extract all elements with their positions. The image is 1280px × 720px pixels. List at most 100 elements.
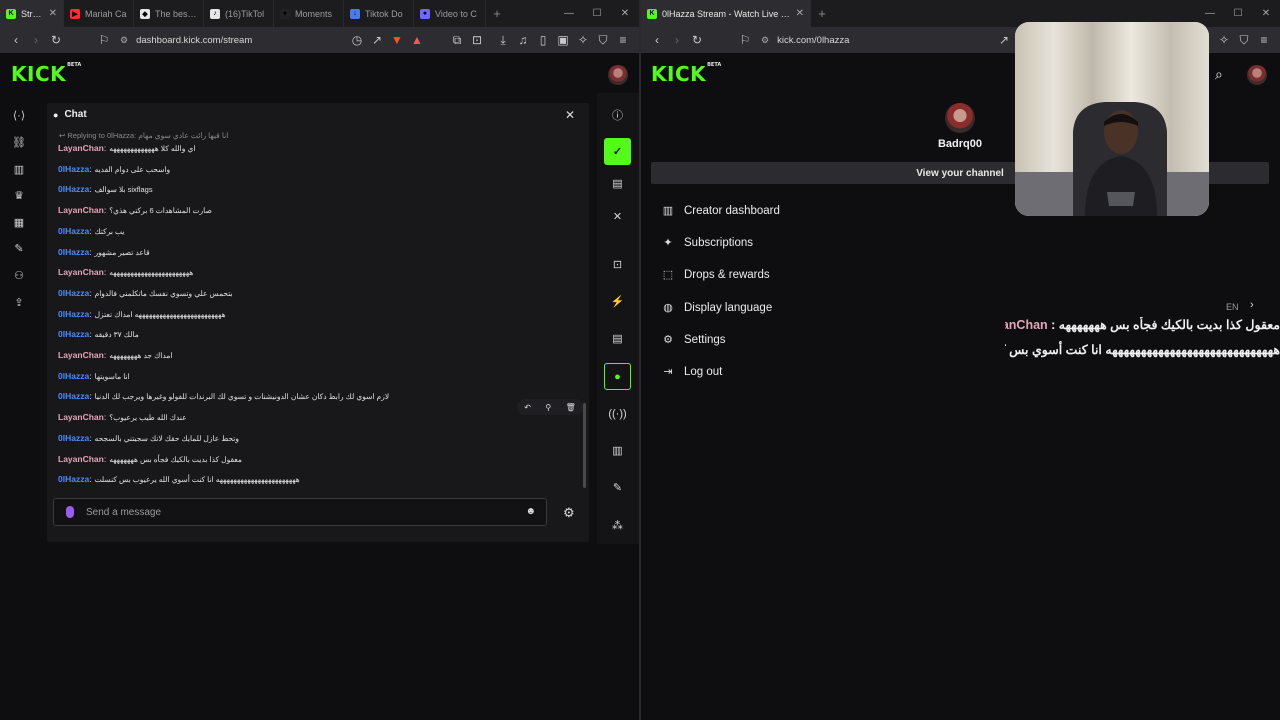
reload-icon[interactable]: ↻ [46, 30, 66, 50]
chat-username[interactable]: 0lHazza [58, 433, 89, 443]
browser-tab[interactable]: ♪ (16)TikTol [204, 0, 274, 27]
share-icon[interactable]: ↗ [994, 30, 1014, 50]
delete-icon[interactable]: 🗑 [566, 403, 576, 412]
chat-message[interactable]: 0lHazza: لازم اسوي لك رابط دكان عشان الدو… [58, 391, 389, 401]
chat-username[interactable]: LayanChan [58, 350, 104, 360]
forward-icon[interactable]: › [667, 30, 687, 50]
new-tab-icon[interactable]: + [811, 6, 833, 21]
browser-tab[interactable]: K Stream ✕ [0, 0, 64, 27]
chat-message[interactable]: 0lHazza: هههههههههههههههههههههههه انا كنت… [58, 474, 300, 484]
trophy-icon[interactable]: ♛ [9, 185, 29, 205]
close-icon[interactable]: ✕ [611, 0, 639, 27]
menu-icon[interactable]: ≡ [1254, 30, 1274, 50]
chat-username[interactable]: 0lHazza [58, 371, 89, 381]
history-icon[interactable]: ◷ [347, 30, 367, 50]
maximize-icon[interactable]: ☐ [1224, 0, 1252, 27]
extensions-icon[interactable]: ⧉ [447, 30, 467, 50]
upload-icon[interactable]: ⇪ [9, 292, 29, 312]
browser-tab[interactable]: ▶ Mariah Ca [64, 0, 134, 27]
site-info-icon[interactable]: ⚙ [761, 35, 769, 46]
close-icon[interactable]: ✕ [796, 8, 804, 19]
chat-message[interactable]: LayanChan: هههههههههههههههههههههههه [58, 267, 193, 277]
menu-item[interactable]: ◍ Display language [661, 301, 772, 315]
chat-scrollbar[interactable] [583, 403, 586, 488]
close-panel-icon[interactable]: ✕ [604, 203, 631, 230]
info-icon[interactable]: ⓘ [604, 101, 631, 128]
site-info-icon[interactable]: ⚙ [120, 35, 128, 46]
search-icon[interactable]: ⌕ [1215, 66, 1223, 83]
menu-item[interactable]: ⇥ Log out [661, 365, 722, 379]
avatar[interactable] [1247, 65, 1267, 85]
vod-icon[interactable]: ▦ [9, 212, 29, 232]
avatar[interactable] [608, 65, 628, 85]
minimize-icon[interactable]: — [555, 0, 583, 27]
chat-username[interactable]: 0lHazza [58, 288, 89, 298]
address-bar[interactable]: ⚙ dashboard.kick.com/stream [120, 30, 341, 50]
chat-username[interactable]: LayanChan [58, 412, 104, 422]
chat-settings-icon[interactable]: ⚙ [563, 505, 575, 521]
pin-icon[interactable]: ⚲ [545, 403, 551, 412]
mic-icon[interactable] [66, 506, 74, 518]
wrench-icon[interactable]: ✎ [604, 474, 631, 501]
sidebar-icon[interactable]: ▯ [533, 30, 553, 50]
chat-username[interactable]: 0lHazza [58, 329, 89, 339]
chat-message[interactable]: LayanChan: معقول كذا بديت بالكيك فجأه بس … [58, 454, 242, 464]
tab-channel[interactable]: K 0lHazza Stream - Watch Live on K ✕ [641, 0, 811, 27]
chat-message[interactable]: LayanChan: عندك الله طيب يرعيوب؟ [58, 412, 187, 422]
chat-username[interactable]: LayanChan [58, 267, 104, 277]
chat-username[interactable]: 0lHazza [58, 164, 89, 174]
music-icon[interactable]: ♫ [513, 30, 533, 50]
tools-icon[interactable]: ✎ [9, 238, 29, 258]
chat-username[interactable]: LayanChan [58, 205, 104, 215]
kick-logo[interactable]: KICKBETA [651, 62, 721, 86]
vpn-icon[interactable]: ⛉ [1234, 30, 1254, 50]
chat-username[interactable]: 0lHazza [58, 309, 89, 319]
chat-username[interactable]: 0lHazza [58, 474, 89, 484]
back-icon[interactable]: ‹ [647, 30, 667, 50]
rewards-icon[interactable]: ▲ [407, 30, 427, 50]
ai-icon[interactable]: ✧ [1214, 30, 1234, 50]
notes-icon[interactable]: ▤ [604, 325, 631, 352]
back-icon[interactable]: ‹ [6, 30, 26, 50]
address-bar[interactable]: ⚙ kick.com/0lhazza [761, 30, 988, 50]
check-icon[interactable]: ✓ [604, 138, 631, 165]
layout-icon[interactable]: ▤ [604, 170, 631, 197]
broadcast-icon[interactable]: ((·)) [604, 400, 631, 427]
share-icon[interactable]: ⁂ [604, 512, 631, 539]
vpn-icon[interactable]: ⛉ [593, 30, 613, 50]
chat-username[interactable]: 0lHazza [58, 391, 89, 401]
browser-tab[interactable]: ● Video to C [414, 0, 486, 27]
chat-username[interactable]: 0lHazza [58, 226, 89, 236]
close-icon[interactable]: ✕ [49, 8, 57, 19]
chat-message[interactable]: 0lHazza: انا ماسويتها [58, 371, 130, 381]
emoji-icon[interactable]: ☻ [525, 506, 536, 517]
fullscreen-icon[interactable]: ⊡ [604, 251, 631, 278]
reload-icon[interactable]: ↻ [687, 30, 707, 50]
chat-message[interactable]: 0lHazza: واسحب على دوام الفديه [58, 164, 170, 174]
menu-item[interactable]: ▥ Creator dashboard [661, 204, 780, 218]
close-icon[interactable]: ✕ [1252, 0, 1280, 27]
chat-message[interactable]: 0lHazza: بتحمس علي وتسوي نفسك ماتكلمني فا… [58, 288, 233, 298]
share-icon[interactable]: ↗ [367, 30, 387, 50]
chat-input[interactable] [86, 503, 506, 521]
chat-message[interactable]: LayanChan: صارت المشاهدات 6 بركتي هذي؟ [58, 205, 212, 215]
bookmark-icon[interactable]: ⚐ [94, 30, 114, 50]
maximize-icon[interactable]: ☐ [583, 0, 611, 27]
community-icon[interactable]: ⚇ [9, 265, 29, 285]
stream-icon[interactable]: ⟨·⟩ [9, 105, 29, 125]
chevron-right-icon[interactable]: › [1250, 299, 1254, 311]
browser-tab[interactable]: ◆ The best C [134, 0, 204, 27]
chat-message[interactable]: 0lHazza: بلا سوالف sixflags [58, 184, 153, 194]
menu-item[interactable]: ⬚ Drops & rewards [661, 268, 770, 282]
close-icon[interactable]: ✕ [565, 108, 575, 122]
chat-message[interactable]: 0lHazza: مالك ٣٧ دقيقه [58, 329, 139, 339]
forward-icon[interactable]: › [26, 30, 46, 50]
ai-icon[interactable]: ✧ [573, 30, 593, 50]
analytics-icon[interactable]: ▥ [9, 159, 29, 179]
chat-username[interactable]: LayanChan [58, 143, 104, 153]
chat-toggle-icon[interactable]: ● [604, 363, 631, 390]
menu-item[interactable]: ✦ Subscriptions [661, 236, 753, 250]
chat-message[interactable]: 0lHazza: يب بركتك [58, 226, 124, 236]
panel-icon[interactable]: ▥ [604, 437, 631, 464]
flash-icon[interactable]: ⚡ [604, 288, 631, 315]
